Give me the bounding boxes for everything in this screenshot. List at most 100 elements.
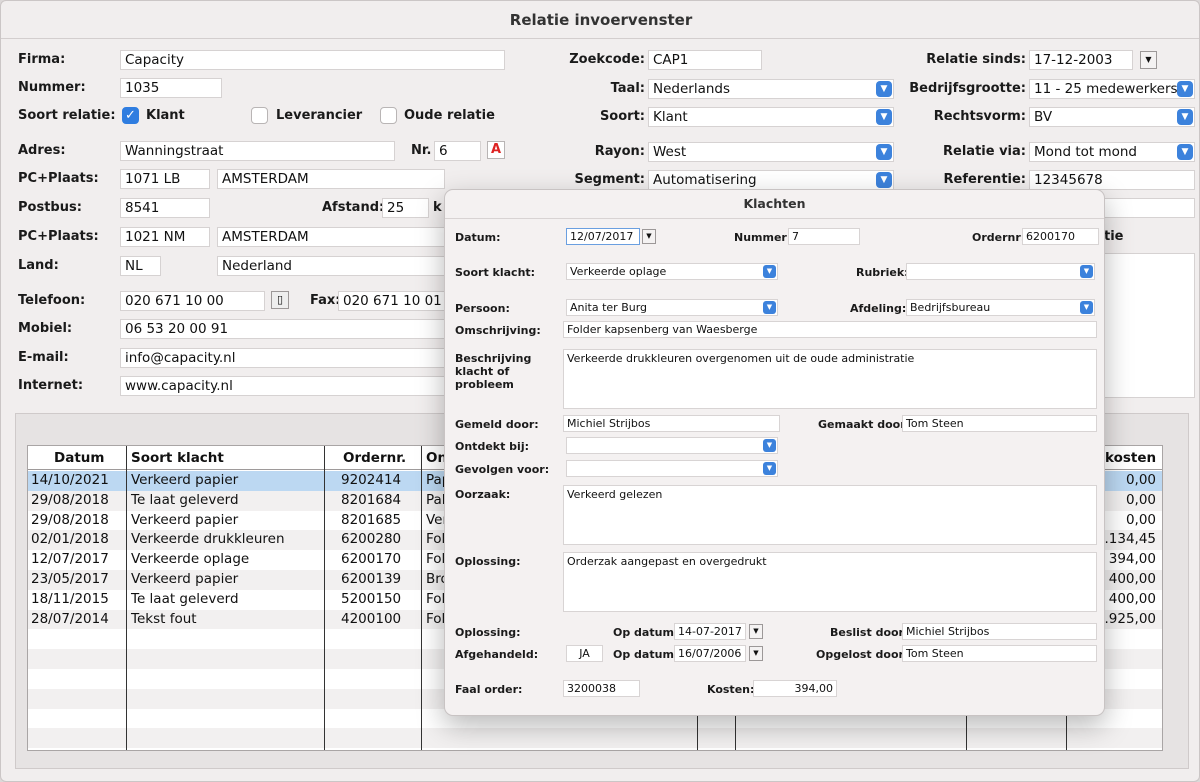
faal-order-label: Faal order: [455, 683, 523, 696]
ontdekt-bij-select[interactable]: ▼ [566, 437, 778, 454]
date-picker-icon[interactable]: ▼ [1140, 51, 1157, 69]
leverancier-checkbox[interactable] [251, 107, 268, 124]
cell-kosten: 0,00 [1125, 491, 1156, 508]
oude-relatie-checkbox[interactable] [380, 107, 397, 124]
date-picker-icon[interactable]: ▼ [749, 646, 763, 661]
soort-select[interactable]: Klant ▼ [648, 107, 894, 127]
phone-dial-icon[interactable]: ▯ [271, 291, 289, 309]
postcode-field-2[interactable]: 1021 NM [120, 227, 210, 247]
segment-value: Automatisering [653, 172, 757, 188]
fax-field[interactable]: 020 671 10 01 [338, 291, 445, 311]
internet-field[interactable]: www.capacity.nl [120, 376, 445, 396]
soort-klacht-select[interactable]: Verkeerde oplage ▼ [566, 263, 778, 280]
klant-checkbox[interactable]: ✓ [122, 107, 139, 124]
cell-ordernr: 8201685 [341, 511, 402, 528]
gevolgen-voor-select[interactable]: ▼ [566, 460, 778, 477]
cell-ordernr: 6200139 [341, 571, 402, 587]
cell-datum: 18/11/2015 [31, 590, 109, 607]
bedrijfsgrootte-select[interactable]: 11 - 25 medewerkers ▼ [1029, 79, 1195, 99]
adres-field[interactable]: Wanningstraat [120, 141, 395, 161]
nummer-field[interactable]: 7 [788, 228, 860, 245]
opgelost-door-field[interactable]: Tom Steen [902, 645, 1097, 662]
dialog-title: Klachten [743, 196, 806, 211]
cell-datum: 29/08/2018 [31, 491, 109, 508]
mobiel-field[interactable]: 06 53 20 00 91 [120, 319, 445, 339]
cell-on: Fol [426, 590, 446, 607]
beslist-door-field[interactable]: Michiel Strijbos [902, 623, 1097, 640]
postcode-field-1[interactable]: 1071 LB [120, 169, 210, 189]
date-picker-icon[interactable]: ▼ [749, 624, 763, 639]
faal-order-field[interactable]: 3200038 [563, 680, 640, 697]
cell-soort: Verkeerd papier [131, 472, 239, 488]
plaats-field-1[interactable]: AMSTERDAM [217, 169, 445, 189]
taal-select[interactable]: Nederlands ▼ [648, 79, 894, 99]
firma-field[interactable]: Capacity [120, 50, 505, 70]
op-datum-field-1[interactable]: 14-07-2017 [674, 623, 746, 640]
beschrijving-field[interactable]: Verkeerde drukkleuren overgenomen uit de… [563, 349, 1097, 409]
relatie-sinds-label: Relatie sinds: [926, 52, 1026, 67]
zoekcode-field[interactable]: CAP1 [648, 50, 762, 70]
chevron-down-icon: ▼ [876, 172, 892, 188]
rechtsvorm-select[interactable]: BV ▼ [1029, 107, 1195, 127]
land-field[interactable]: Nederland [217, 256, 445, 276]
postbus-field[interactable]: 8541 [120, 198, 210, 218]
afstand-field[interactable]: 25 [382, 198, 429, 218]
afgehandeld-label: Afgehandeld: [455, 648, 539, 661]
datum-field[interactable]: 12/07/2017 [566, 228, 640, 245]
firma-label: Firma: [18, 52, 66, 67]
relatie-sinds-field[interactable]: 17-12-2003 [1029, 50, 1133, 70]
persoon-label: Persoon: [455, 302, 510, 315]
column-divider [421, 446, 422, 750]
pc-plaats-label-1: PC+Plaats: [18, 171, 99, 186]
oude-relatie-label: Oude relatie [404, 108, 495, 123]
header-soort: Soort klacht [131, 450, 224, 466]
telefoon-field[interactable]: 020 671 10 00 [120, 291, 265, 311]
gemeld-door-field[interactable]: Michiel Strijbos [563, 415, 780, 432]
plaats-field-2[interactable]: AMSTERDAM [217, 227, 445, 247]
rubriek-select[interactable]: ▼ [906, 263, 1095, 280]
op-datum-label-2: Op datum: [613, 648, 679, 661]
notes-area[interactable] [1101, 253, 1195, 398]
segment-select[interactable]: Automatisering ▼ [648, 170, 894, 190]
bedrijfsgrootte-value: 11 - 25 medewerkers [1034, 81, 1178, 97]
gemaakt-door-field[interactable]: Tom Steen [902, 415, 1097, 432]
gevolgen-voor-label: Gevolgen voor: [455, 463, 550, 476]
email-field[interactable]: info@capacity.nl [120, 348, 445, 368]
rayon-select[interactable]: West ▼ [648, 142, 894, 162]
chevron-down-icon: ▼ [876, 144, 892, 160]
persoon-select[interactable]: Anita ter Burg ▼ [566, 299, 778, 316]
op-datum-label-1: Op datum: [613, 626, 679, 639]
date-picker-icon[interactable]: ▼ [642, 229, 656, 244]
chevron-down-icon: ▼ [1177, 81, 1193, 97]
nr-field[interactable]: 6 [434, 141, 481, 161]
referentie-label: Referentie: [943, 172, 1026, 187]
cell-kosten: 0,00 [1125, 472, 1156, 488]
afdeling-select[interactable]: Bedrijfsbureau ▼ [906, 299, 1095, 316]
op-datum-field-2[interactable]: 16/07/2006 [674, 645, 746, 662]
cell-ordernr: 5200150 [341, 590, 402, 607]
oplossing-field[interactable]: Orderzak aangepast en overgedrukt [563, 552, 1097, 612]
relatie-via-select[interactable]: Mond tot mond ▼ [1029, 142, 1195, 162]
relatie-via-label: Relatie via: [943, 144, 1026, 159]
afgehandeld-field[interactable]: JA [566, 645, 603, 662]
cell-on: Fol [426, 610, 446, 627]
header-datum: Datum [54, 450, 105, 466]
taal-label: Taal: [610, 81, 645, 96]
kosten-field[interactable]: 394,00 [753, 680, 837, 697]
column-divider [126, 446, 127, 750]
table-row[interactable] [28, 728, 1162, 749]
persoon-value: Anita ter Burg [570, 301, 648, 314]
omschrijving-field[interactable]: Folder kapsenberg van Waesberge [563, 321, 1097, 338]
nummer-field[interactable]: 1035 [120, 78, 222, 98]
referentie-field[interactable]: 12345678 [1029, 170, 1195, 190]
cell-datum: 28/07/2014 [31, 610, 109, 627]
address-lookup-icon[interactable]: A [487, 141, 505, 159]
oorzaak-field[interactable]: Verkeerd gelezen [563, 485, 1097, 545]
partial-label: tie [1104, 229, 1124, 244]
ordernr-field[interactable]: 6200170 [1022, 228, 1099, 245]
relatie-via-value: Mond tot mond [1034, 144, 1137, 160]
land-code-field[interactable]: NL [120, 256, 161, 276]
bedrijfsgrootte-label: Bedrijfsgrootte: [909, 81, 1026, 96]
window-title: Relatie invoervenster [1, 1, 1199, 39]
cell-kosten: 400,00 [1108, 571, 1156, 587]
